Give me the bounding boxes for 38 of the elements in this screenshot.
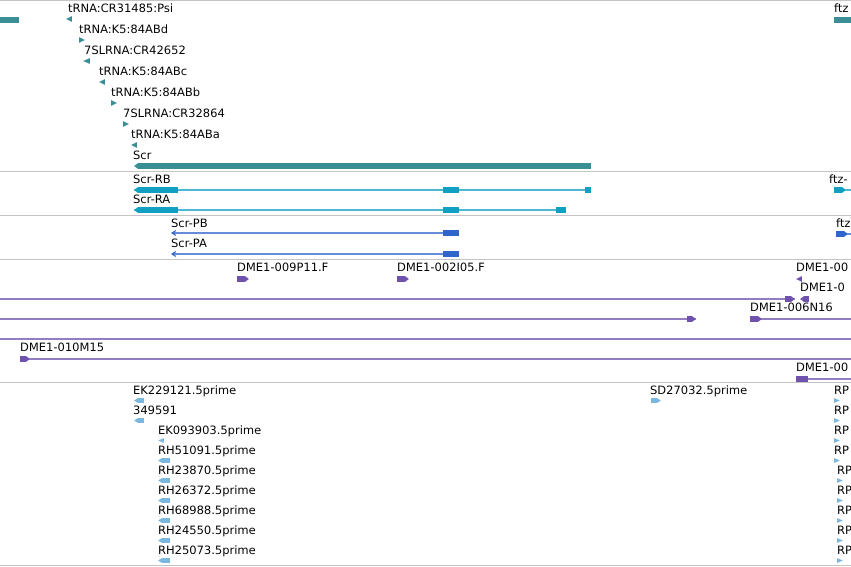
feature-label: RP	[834, 404, 849, 417]
gene-bar	[0, 17, 19, 23]
feature-label: DME1-006N16	[750, 301, 833, 314]
feature-label: Scr-RA	[133, 193, 170, 206]
feature-label: RP	[834, 384, 849, 397]
feature-label: Scr-RB	[133, 173, 171, 186]
gene-bar	[834, 17, 851, 23]
feature-label: DME1-010M15	[20, 341, 104, 354]
feature-label: tRNA:CR31485:Psi	[68, 2, 174, 15]
feature-label: EK093903.5prime	[158, 424, 262, 437]
feature-label: EK229121.5prime	[133, 384, 236, 397]
feature-label: Scr-PA	[171, 237, 207, 250]
feature-label: DME1-00	[796, 361, 848, 374]
feature-label: RH26372.5prime	[158, 484, 256, 497]
feature-label: DME1-002I05.F	[397, 261, 485, 274]
feature-label: ftz-	[829, 173, 848, 186]
feature-label: 7SLRNA:CR32864	[123, 107, 225, 120]
feature-label: RH25073.5prime	[158, 544, 256, 557]
feature-label: tRNA:K5:84ABc	[99, 65, 188, 78]
feature-label: RH24550.5prime	[158, 524, 256, 537]
feature-label: SD27032.5prime	[650, 384, 748, 397]
feature-label: DME1-00	[796, 261, 848, 274]
feature-label: RH68988.5prime	[158, 504, 256, 517]
feature-label: tRNA:K5:84ABa	[131, 128, 220, 141]
feature-label: 7SLRNA:CR42652	[84, 44, 186, 57]
feature-label: ftz	[836, 217, 850, 230]
feature-label: RH51091.5prime	[158, 444, 256, 457]
feature-label: DME1-009P11.F	[237, 261, 328, 274]
feature-label: Scr-PB	[171, 217, 208, 230]
feature-label: Scr	[133, 149, 152, 162]
feature-label: tRNA:K5:84ABd	[79, 23, 168, 36]
feature-label: RH23870.5prime	[158, 464, 256, 477]
feature-label: tRNA:K5:84ABb	[111, 86, 200, 99]
feature-label: 349591	[133, 404, 177, 417]
feature-label: DME1-0	[800, 281, 845, 294]
feature-label: RP	[834, 424, 849, 437]
feature-label: RP	[834, 444, 849, 457]
feature-label: ftz	[834, 2, 848, 15]
